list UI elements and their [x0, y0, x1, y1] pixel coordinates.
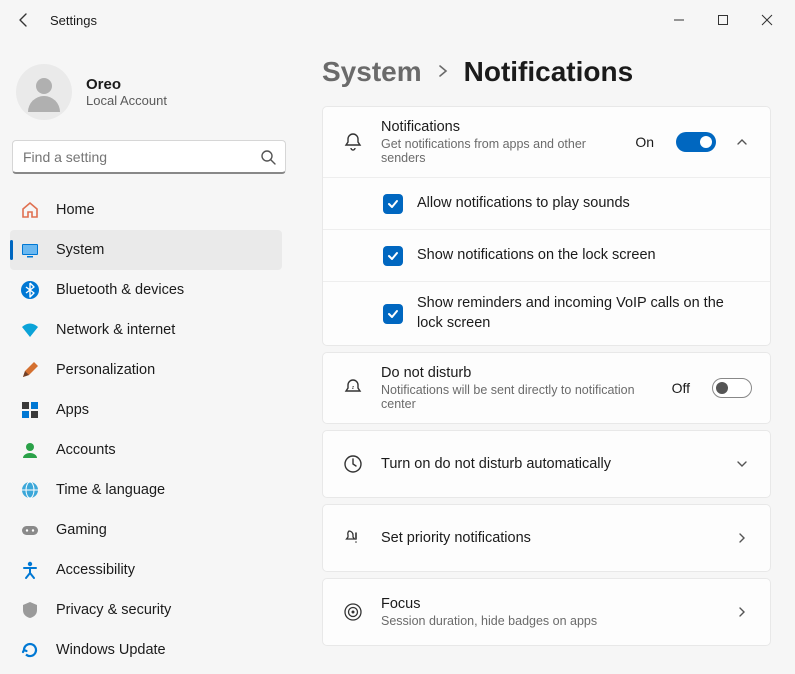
priority-row[interactable]: Set priority notifications: [323, 505, 770, 571]
focus-card: Focus Session duration, hide badges on a…: [322, 578, 771, 646]
svg-text:z: z: [352, 385, 355, 391]
dnd-card: z Do not disturb Notifications will be s…: [322, 352, 771, 424]
clock-icon: [341, 453, 365, 475]
titlebar: Settings: [0, 0, 795, 40]
checkbox-checked[interactable]: [383, 246, 403, 266]
accessibility-icon: [20, 560, 40, 580]
minimize-button[interactable]: [657, 4, 701, 36]
sidebar-item-gaming[interactable]: Gaming: [10, 510, 282, 550]
sidebar-item-label: Home: [56, 202, 95, 218]
maximize-button[interactable]: [701, 4, 745, 36]
privacy-icon: [20, 600, 40, 620]
sidebar-item-network[interactable]: Network & internet: [10, 310, 282, 350]
main-content[interactable]: System Notifications Notifications Get n…: [298, 40, 795, 674]
toggle-state-label: Off: [672, 380, 690, 396]
accounts-icon: [20, 440, 40, 460]
checkbox-checked[interactable]: [383, 304, 403, 324]
priority-icon: [341, 527, 365, 549]
focus-icon: [341, 601, 365, 623]
notifications-toggle[interactable]: [676, 132, 716, 152]
avatar: [16, 64, 72, 120]
focus-row[interactable]: Focus Session duration, hide badges on a…: [323, 579, 770, 645]
sidebar-item-label: Apps: [56, 402, 89, 418]
home-icon: [20, 200, 40, 220]
row-title: Do not disturb: [381, 365, 656, 381]
search-box[interactable]: [12, 140, 286, 174]
chevron-right-icon[interactable]: [732, 605, 752, 619]
auto-dnd-card: Turn on do not disturb automatically: [322, 430, 771, 498]
row-title: Notifications: [381, 119, 619, 135]
breadcrumb: System Notifications: [322, 56, 771, 88]
close-button[interactable]: [745, 4, 789, 36]
auto-dnd-row[interactable]: Turn on do not disturb automatically: [323, 431, 770, 497]
apps-icon: [20, 400, 40, 420]
sidebar-item-home[interactable]: Home: [10, 190, 282, 230]
sub-label: Allow notifications to play sounds: [417, 194, 630, 214]
dnd-row[interactable]: z Do not disturb Notifications will be s…: [323, 353, 770, 423]
sidebar-item-accounts[interactable]: Accounts: [10, 430, 282, 470]
notif-sub-sounds[interactable]: Allow notifications to play sounds: [323, 177, 770, 229]
bell-icon: [341, 131, 365, 153]
chevron-down-icon[interactable]: [732, 457, 752, 471]
user-name: Oreo: [86, 76, 167, 93]
sidebar-item-label: Accounts: [56, 442, 116, 458]
notif-sub-lockscreen[interactable]: Show notifications on the lock screen: [323, 229, 770, 281]
breadcrumb-parent[interactable]: System: [322, 56, 422, 88]
sidebar-item-label: System: [56, 242, 104, 258]
window-title: Settings: [50, 13, 97, 28]
sidebar-item-windows-update[interactable]: Windows Update: [10, 630, 282, 670]
notifications-card: Notifications Get notifications from app…: [322, 106, 771, 346]
personalization-icon: [20, 360, 40, 380]
time-language-icon: [20, 480, 40, 500]
chevron-right-icon[interactable]: [732, 531, 752, 545]
back-button[interactable]: [6, 2, 42, 38]
search-icon: [251, 149, 285, 165]
sidebar-item-time-language[interactable]: Time & language: [10, 470, 282, 510]
search-input[interactable]: [13, 149, 251, 165]
dnd-icon: z: [341, 377, 365, 399]
notifications-row[interactable]: Notifications Get notifications from app…: [323, 107, 770, 177]
row-subtitle: Session duration, hide badges on apps: [381, 614, 716, 628]
sidebar-item-system[interactable]: System: [10, 230, 282, 270]
row-subtitle: Get notifications from apps and other se…: [381, 137, 619, 165]
sidebar-item-label: Windows Update: [56, 642, 166, 658]
priority-card: Set priority notifications: [322, 504, 771, 572]
sidebar-item-label: Bluetooth & devices: [56, 282, 184, 298]
windows-update-icon: [20, 640, 40, 660]
checkbox-checked[interactable]: [383, 194, 403, 214]
sidebar: Oreo Local Account Home System: [0, 40, 298, 674]
toggle-state-label: On: [635, 134, 654, 150]
sidebar-item-personalization[interactable]: Personalization: [10, 350, 282, 390]
network-icon: [20, 320, 40, 340]
user-sub: Local Account: [86, 93, 167, 108]
sidebar-item-bluetooth[interactable]: Bluetooth & devices: [10, 270, 282, 310]
sub-label: Show reminders and incoming VoIP calls o…: [417, 294, 752, 333]
bluetooth-icon: [20, 280, 40, 300]
sub-label: Show notifications on the lock screen: [417, 246, 656, 266]
row-title: Set priority notifications: [381, 530, 716, 546]
sidebar-item-label: Accessibility: [56, 562, 135, 578]
user-block[interactable]: Oreo Local Account: [10, 40, 288, 140]
sidebar-item-label: Privacy & security: [56, 602, 171, 618]
row-subtitle: Notifications will be sent directly to n…: [381, 383, 656, 411]
sidebar-item-label: Gaming: [56, 522, 107, 538]
sidebar-item-apps[interactable]: Apps: [10, 390, 282, 430]
chevron-up-icon[interactable]: [732, 135, 752, 149]
sidebar-item-accessibility[interactable]: Accessibility: [10, 550, 282, 590]
sidebar-item-label: Time & language: [56, 482, 165, 498]
sidebar-item-privacy[interactable]: Privacy & security: [10, 590, 282, 630]
row-title: Focus: [381, 596, 716, 612]
sidebar-item-label: Personalization: [56, 362, 155, 378]
breadcrumb-current: Notifications: [464, 56, 634, 88]
row-title: Turn on do not disturb automatically: [381, 456, 716, 472]
sidebar-item-label: Network & internet: [56, 322, 175, 338]
system-icon: [20, 240, 40, 260]
chevron-right-icon: [436, 64, 450, 81]
nav-list[interactable]: Home System Bluetooth & devices Network …: [10, 190, 288, 674]
gaming-icon: [20, 520, 40, 540]
notif-sub-voip[interactable]: Show reminders and incoming VoIP calls o…: [323, 281, 770, 345]
dnd-toggle[interactable]: [712, 378, 752, 398]
